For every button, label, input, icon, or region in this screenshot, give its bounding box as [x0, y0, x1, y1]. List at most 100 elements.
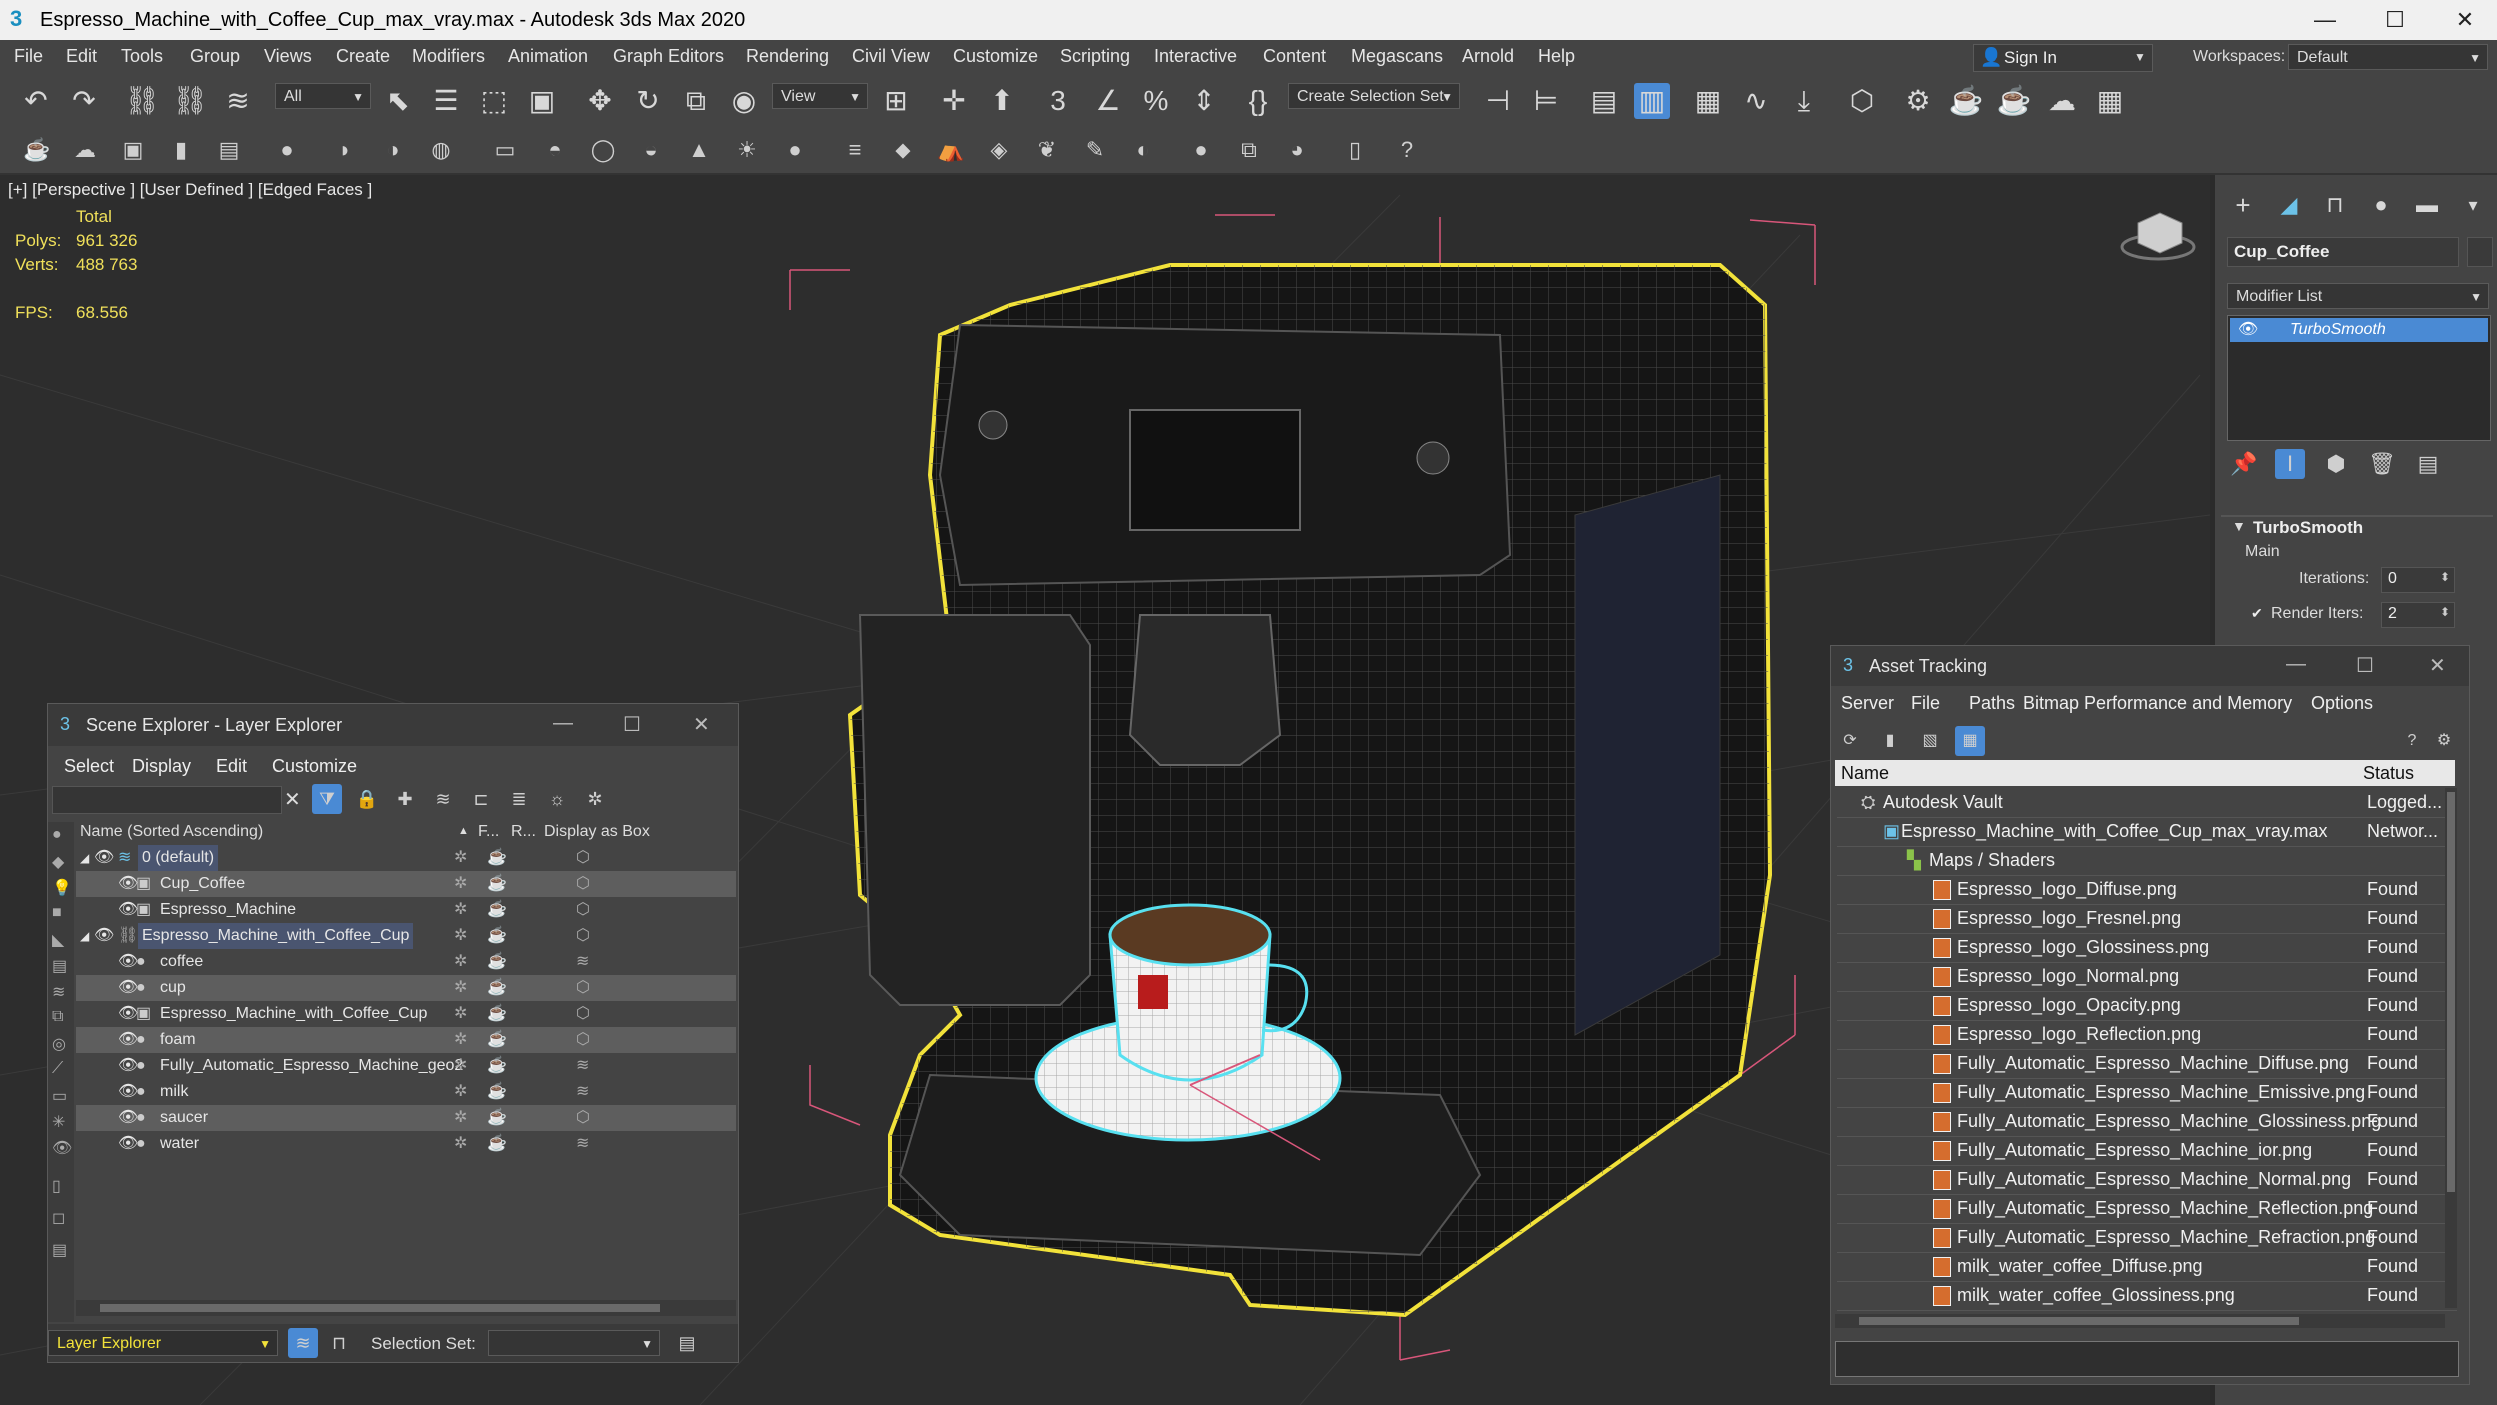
menu-scripting[interactable]: Scripting	[1060, 46, 1130, 67]
light-icon[interactable]: ▣	[118, 135, 148, 165]
close-button[interactable]: ✕	[693, 712, 710, 737]
remove-modifier-icon[interactable]: 🗑	[2367, 449, 2397, 479]
scene-states-icon[interactable]: ▯	[1340, 135, 1370, 165]
minimize-button[interactable]: —	[2286, 653, 2306, 676]
rendered-frame-window-icon[interactable]: ☕	[1948, 83, 1984, 119]
asset-row[interactable]: milk_water_coffee_Glossiness.png Found	[1837, 1281, 2457, 1311]
minimize-button[interactable]: —	[2300, 4, 2350, 36]
display-box-icon[interactable]: ⬡	[576, 871, 590, 897]
manage-selection-sets-icon[interactable]: ▤	[672, 1328, 702, 1358]
renderable-icon[interactable]: ☕	[487, 949, 507, 975]
cone-icon[interactable]: ▲	[684, 135, 714, 165]
proxy-icon[interactable]: ⛺	[936, 135, 966, 165]
xrefs-icon[interactable]: ◎	[52, 1034, 66, 1054]
render-activeshade-icon[interactable]: ▦	[2092, 83, 2128, 119]
mirror-icon[interactable]: ⊣	[1480, 83, 1516, 119]
menu-modifiers[interactable]: Modifiers	[412, 46, 485, 67]
asset-row[interactable]: Espresso_logo_Opacity.png Found	[1837, 991, 2457, 1021]
freeze-icon[interactable]: ✲	[454, 1131, 467, 1157]
modify-tab-icon[interactable]: ◢	[2271, 187, 2307, 223]
renderable-icon[interactable]: ☕	[487, 1027, 507, 1053]
sphere-icon[interactable]: ◯	[588, 135, 618, 165]
se-menu-display[interactable]: Display	[132, 756, 191, 777]
object-row[interactable]: 👁 ▣ Espresso_Machine ✲ ☕ ⬡	[76, 897, 736, 923]
object-name-field[interactable]: Cup_Coffee	[2227, 237, 2459, 267]
toggle-ribbon-icon[interactable]: ▦	[1690, 83, 1726, 119]
table-view-icon[interactable]: ▦	[1955, 726, 1985, 756]
object-row[interactable]: 👁 ● foam ✲ ☕ ⬡	[76, 1027, 736, 1053]
stack-icon[interactable]: ≣	[504, 784, 534, 814]
renderable-icon[interactable]: ☕	[487, 1105, 507, 1131]
spinner-snap-icon[interactable]: ⇕	[1186, 83, 1222, 119]
disk-icon[interactable]: ◒	[636, 135, 666, 165]
bind-spacewarp-icon[interactable]: ≋	[220, 83, 256, 119]
rollout-toggle-icon[interactable]: ▼	[2232, 518, 2246, 534]
undo-icon[interactable]: ↶	[18, 83, 54, 119]
renderable-icon[interactable]: ☕	[487, 1131, 507, 1157]
asset-row[interactable]: Espresso_logo_Normal.png Found	[1837, 962, 2457, 992]
asset-row[interactable]: Fully_Automatic_Espresso_Machine_Normal.…	[1837, 1165, 2457, 1195]
shading-icon[interactable]: ◑	[378, 135, 408, 165]
minimize-button[interactable]: —	[553, 712, 573, 735]
view-cube[interactable]	[2120, 212, 2196, 261]
menu-arnold[interactable]: Arnold	[1462, 46, 1514, 67]
curve-editor-icon[interactable]: ∿	[1738, 83, 1774, 119]
object-row[interactable]: 👁 ▣ Cup_Coffee ✲ ☕ ⬡	[76, 871, 736, 897]
lightmix-icon[interactable]: ◕	[1282, 135, 1312, 165]
teapot-icon[interactable]: ☕	[22, 135, 52, 165]
hierarchy-mode-icon[interactable]: ⊓	[324, 1328, 354, 1358]
asset-row[interactable]: milk_water_coffee_Diffuse.png Found	[1837, 1252, 2457, 1282]
object-row[interactable]: 👁 ● coffee ✲ ☕ ≋	[76, 949, 736, 975]
display-box-icon[interactable]: ≋	[576, 949, 589, 975]
cameras-icon[interactable]: ■	[52, 904, 62, 922]
display-box-icon[interactable]: ≋	[576, 1053, 589, 1079]
edit-named-selection-icon[interactable]: {}	[1240, 83, 1276, 119]
object-row[interactable]: 👁 ● water ✲ ☕ ≋	[76, 1131, 736, 1157]
horizontal-scrollbar[interactable]	[76, 1300, 736, 1316]
scene-explorer-toggle-icon[interactable]: ▤	[1586, 83, 1622, 119]
grid-icon[interactable]: ▤	[214, 135, 244, 165]
sync-icon[interactable]: ✲	[580, 784, 610, 814]
renderable-icon[interactable]: ☕	[487, 1053, 507, 1079]
highlight-icon[interactable]: ☼	[542, 784, 572, 814]
asset-row[interactable]: ⛭ Autodesk Vault Logged...	[1837, 788, 2457, 818]
freeze-icon[interactable]: ✲	[454, 1027, 467, 1053]
freeze-icon[interactable]: ✲	[454, 949, 467, 975]
asset-row[interactable]: Espresso_logo_Diffuse.png Found	[1837, 875, 2457, 905]
at-menu-options[interactable]: Options	[2311, 693, 2373, 714]
collapse-arrow-icon[interactable]: ◢	[80, 923, 89, 949]
menu-help[interactable]: Help	[1538, 46, 1575, 67]
selection-filter-dropdown[interactable]: All ▼	[275, 83, 371, 109]
render-in-cloud-icon[interactable]: ☁	[2044, 83, 2080, 119]
layer-explorer-toggle-icon[interactable]: ▥	[1634, 83, 1670, 119]
percent-snap-icon[interactable]: %	[1138, 83, 1174, 119]
list-view-icon[interactable]: ▮	[1875, 726, 1905, 756]
lock-icon[interactable]: 🔒	[352, 784, 382, 814]
scrollbar-thumb[interactable]	[1859, 1317, 2299, 1325]
pin-stack-icon[interactable]: 📌	[2229, 449, 2259, 479]
menu-content[interactable]: Content	[1263, 46, 1326, 67]
freeze-icon[interactable]: ✲	[454, 897, 467, 923]
shapes-icon[interactable]: ◣	[52, 930, 64, 950]
renderable-icon[interactable]: ☕	[487, 975, 507, 1001]
helpers-icon[interactable]: ▤	[52, 956, 67, 976]
explorer-mode-dropdown[interactable]: Layer Explorer ▼	[48, 1330, 278, 1356]
filter-icon[interactable]: ⧩	[312, 784, 342, 814]
column-header-render[interactable]: R...	[511, 823, 536, 841]
se-menu-customize[interactable]: Customize	[272, 756, 357, 777]
freeze-icon[interactable]: ✲	[454, 975, 467, 1001]
object-color-swatch[interactable]	[2467, 237, 2493, 267]
maximize-button[interactable]: ☐	[623, 712, 641, 737]
freeze-icon[interactable]: ✲	[454, 871, 467, 897]
select-manipulate-icon[interactable]: ✛	[936, 83, 972, 119]
spinner-arrows-icon[interactable]: ⬍	[2440, 570, 2450, 584]
spacewarps-icon[interactable]: ≋	[52, 982, 65, 1002]
layer-row[interactable]: ◢ 👁 ⛓ Espresso_Machine_with_Coffee_Cup ✲…	[76, 923, 736, 949]
display-box-icon[interactable]: ⬡	[576, 1027, 590, 1053]
bitmap-icon[interactable]: ⧉	[1234, 135, 1264, 165]
bones-icon[interactable]: ⟋	[52, 1060, 63, 1078]
settings-icon[interactable]: ⚙	[2429, 726, 2459, 756]
freeze-icon[interactable]: ✲	[454, 1001, 467, 1027]
snaps-toggle-icon[interactable]: 3	[1040, 83, 1076, 119]
close-button[interactable]: ✕	[2440, 4, 2490, 36]
